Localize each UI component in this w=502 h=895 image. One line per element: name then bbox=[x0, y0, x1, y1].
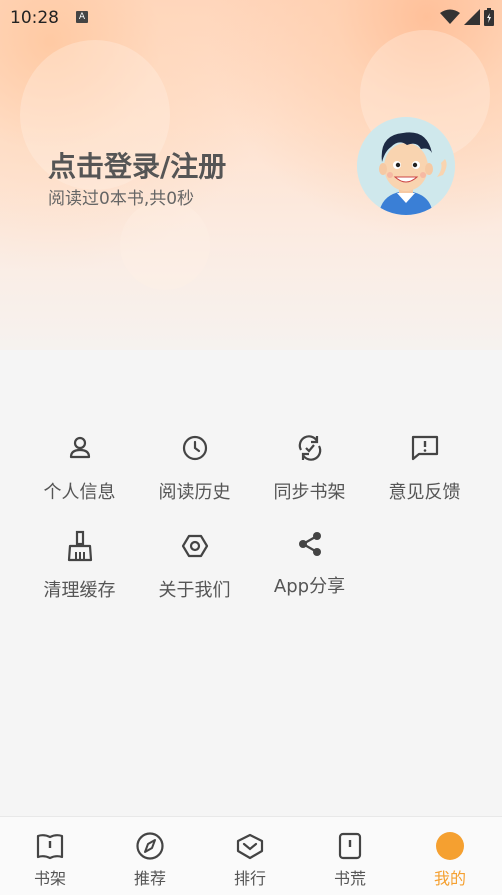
reading-stats: 阅读过0本书,共0秒 bbox=[48, 189, 195, 209]
grid-item-clear-cache[interactable]: 清理缓存 bbox=[22, 530, 137, 602]
grid-item-sync-bookshelf[interactable]: 同步书架 bbox=[252, 432, 367, 504]
compass-icon bbox=[136, 832, 164, 860]
clock-icon bbox=[182, 435, 207, 461]
grid-item-about-us[interactable]: 关于我们 bbox=[137, 530, 252, 602]
grid-item-app-share[interactable]: App分享 bbox=[252, 530, 367, 598]
grid-item-label: 清理缓存 bbox=[43, 580, 116, 601]
book-alert-icon bbox=[338, 832, 362, 860]
broom-icon bbox=[67, 530, 92, 562]
grid-item-reading-history[interactable]: 阅读历史 bbox=[137, 432, 252, 504]
person-icon bbox=[69, 436, 90, 459]
grid-item-label: 阅读历史 bbox=[158, 482, 231, 503]
battery-icon bbox=[484, 8, 494, 26]
avatar[interactable] bbox=[357, 117, 455, 215]
nav-label: 书荒 bbox=[333, 869, 366, 888]
nav-tab-book-shortage[interactable]: 书荒 bbox=[300, 817, 400, 895]
status-time: 10:28 bbox=[10, 8, 59, 28]
grid-item-label: 同步书架 bbox=[273, 482, 346, 503]
nav-label: 我的 bbox=[433, 869, 466, 888]
nav-tab-mine[interactable]: 我的 bbox=[400, 817, 500, 895]
nav-label: 推荐 bbox=[133, 869, 166, 888]
nav-label: 书架 bbox=[33, 869, 66, 888]
grid-item-label: 意见反馈 bbox=[388, 482, 461, 503]
grid-item-label: 个人信息 bbox=[43, 482, 116, 503]
hexagon-icon bbox=[181, 534, 208, 558]
share-icon bbox=[298, 532, 321, 556]
nav-tab-ranking[interactable]: 排行 bbox=[200, 817, 300, 895]
nav-tab-recommend[interactable]: 推荐 bbox=[100, 817, 200, 895]
avatar-cartoon-icon bbox=[357, 117, 455, 215]
signal-icon bbox=[464, 9, 480, 25]
grid-item-label: App分享 bbox=[273, 576, 346, 597]
sync-icon bbox=[298, 435, 321, 461]
bottom-navigation: 书架 推荐 排行 书荒 我的 bbox=[0, 816, 502, 895]
ranking-icon bbox=[236, 833, 264, 860]
status-icons bbox=[440, 8, 494, 26]
notification-icon: A bbox=[76, 11, 88, 23]
status-bar: 10:28 A bbox=[0, 0, 502, 34]
grid-item-label: 关于我们 bbox=[158, 580, 231, 601]
grid-item-feedback[interactable]: 意见反馈 bbox=[367, 432, 482, 504]
nav-label: 排行 bbox=[233, 869, 266, 888]
wifi-icon bbox=[440, 9, 460, 24]
feedback-icon bbox=[411, 435, 438, 461]
book-icon bbox=[36, 834, 64, 860]
grid-item-personal-info[interactable]: 个人信息 bbox=[22, 432, 137, 504]
login-register-link[interactable]: 点击登录/注册 bbox=[48, 145, 226, 185]
profile-dot-icon bbox=[436, 832, 464, 860]
nav-tab-bookshelf[interactable]: 书架 bbox=[0, 817, 100, 895]
